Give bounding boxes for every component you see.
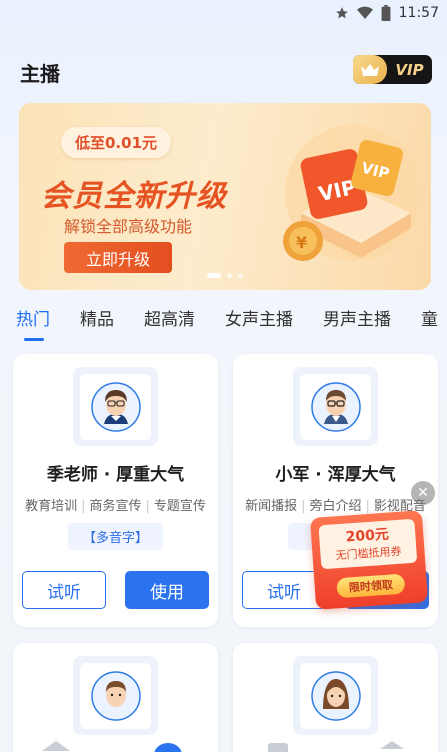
voice-tag: 商务宣传	[89, 499, 142, 514]
tab-hot[interactable]: 热门	[16, 300, 50, 344]
price-pill: 低至0.01元	[61, 127, 172, 158]
voice-tag: 专题宣传	[153, 499, 206, 514]
page-title: 主播	[20, 62, 60, 86]
voice-card[interactable]: 季老师 · 厚重大气 教育培训 | 商务宣传 | 专题宣传 【多音字】 试听 使用	[13, 354, 218, 627]
claim-coupon-button[interactable]: 限时领取	[336, 573, 406, 599]
crown-icon	[353, 55, 387, 84]
battery-icon	[381, 5, 391, 21]
voice-tag: 教育培训	[25, 499, 78, 514]
tab-female-voice[interactable]: 女声主播	[225, 300, 293, 344]
feature-badge: 【多音字】	[68, 523, 163, 550]
voice-name: 季老师 · 厚重大气	[46, 465, 185, 485]
tab-child-voice[interactable]: 童	[421, 300, 438, 344]
avatar-frame	[293, 367, 378, 446]
works-icon[interactable]	[266, 740, 290, 752]
wifi-icon	[356, 6, 373, 20]
close-icon[interactable]: ✕	[411, 481, 435, 505]
bottom-nav	[0, 736, 447, 752]
carousel-dot[interactable]	[238, 273, 243, 278]
status-bar: 11:57	[0, 0, 447, 26]
upgrade-button[interactable]: 立即升级	[64, 242, 172, 273]
vip-button[interactable]: VIP	[353, 55, 432, 84]
carousel-indicator	[19, 273, 431, 278]
vip-label: VIP	[395, 60, 424, 79]
avatar-frame	[73, 656, 158, 735]
carousel-dot[interactable]	[227, 273, 232, 278]
tab-male-voice[interactable]: 男声主播	[323, 300, 391, 344]
banner-headline: 会员全新升级	[41, 179, 227, 214]
anchor-nav-icon[interactable]	[154, 740, 182, 752]
voice-name: 小军 · 浑厚大气	[275, 465, 396, 485]
avatar-frame	[73, 367, 158, 446]
avatar	[310, 670, 361, 721]
voice-tags: 教育培训 | 商务宣传 | 专题宣传	[25, 499, 206, 514]
avatar-frame	[293, 656, 378, 735]
vip-gift-illustration: VIP VIP ¥	[271, 108, 421, 287]
promo-banner[interactable]: 低至0.01元 会员全新升级 解锁全部高级功能 立即升级 VIP VIP ¥	[19, 103, 431, 290]
coupon-popup[interactable]: ✕ 200元 无门槛抵用券 限时领取	[309, 481, 435, 614]
voice-tag: 新闻播报	[245, 499, 298, 514]
tab-ultra-hd[interactable]: 超高清	[144, 300, 195, 344]
status-time: 11:57	[398, 5, 439, 21]
carousel-dot[interactable]	[207, 273, 221, 278]
home-icon[interactable]	[42, 740, 70, 752]
tab-premium[interactable]: 精品	[80, 300, 114, 344]
profile-icon[interactable]	[378, 740, 406, 752]
listen-button[interactable]: 试听	[22, 571, 106, 609]
avatar	[90, 381, 141, 432]
header: 主播 VIP	[0, 52, 447, 92]
use-button[interactable]: 使用	[125, 571, 209, 609]
avatar	[310, 381, 361, 432]
banner-subtitle: 解锁全部高级功能	[64, 217, 193, 236]
category-tabs: 热门 精品 超高清 女声主播 男声主播 童	[0, 300, 447, 344]
star-icon	[335, 6, 349, 20]
avatar	[90, 670, 141, 721]
svg-text:¥: ¥	[296, 233, 307, 252]
coupon-body[interactable]: 200元 无门槛抵用券 限时领取	[309, 510, 429, 610]
